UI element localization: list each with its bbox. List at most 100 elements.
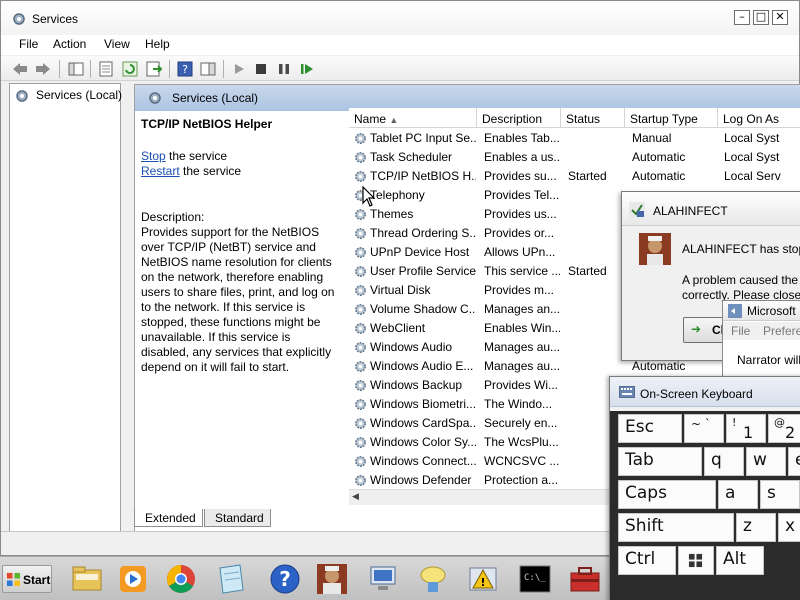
cell-name: Windows Audio: [370, 340, 453, 354]
console-tree-icon[interactable]: [67, 60, 85, 78]
key-alt[interactable]: Alt: [716, 546, 764, 575]
refresh-icon[interactable]: [121, 60, 139, 78]
service-gear-icon: [355, 304, 366, 315]
start-button[interactable]: Start: [2, 565, 52, 593]
cell-name: Windows Color Sy...: [370, 435, 476, 449]
error-dialog-title: ALAHINFECT: [653, 204, 728, 218]
cell-desc: Provides Wi...: [484, 378, 559, 392]
toolbox-icon[interactable]: [564, 560, 606, 598]
restart-service-link[interactable]: Restart: [141, 164, 180, 178]
chat-icon[interactable]: [412, 560, 454, 598]
forward-arrow-icon[interactable]: [34, 60, 52, 78]
properties-icon[interactable]: [97, 60, 115, 78]
stop-service-icon[interactable]: [252, 60, 270, 78]
key-1[interactable]: ! 1: [726, 414, 766, 443]
tab-standard[interactable]: Standard: [204, 509, 271, 527]
cell-desc: Protection a...: [484, 473, 559, 487]
export-list-icon[interactable]: [145, 60, 163, 78]
column-header-description[interactable]: Description: [477, 108, 561, 128]
window-title: Services: [32, 12, 79, 26]
error-message: ALAHINFECT has stopp: [682, 242, 800, 256]
restart-service-icon[interactable]: [298, 60, 316, 78]
help-book-icon[interactable]: ?: [176, 60, 194, 78]
cell-desc: Securely en...: [484, 416, 558, 430]
column-header-log-on-as[interactable]: Log On As: [718, 108, 800, 128]
service-gear-icon: [355, 285, 366, 296]
title-bar[interactable]: Services – □ ✕: [1, 1, 799, 35]
menu-view[interactable]: View: [104, 37, 130, 51]
narrator-icon: [728, 304, 742, 318]
key-esc[interactable]: Esc: [618, 414, 682, 443]
table-row[interactable]: Task Scheduler Enables a us... Automatic Lo…: [349, 148, 800, 167]
key-e[interactable]: e: [788, 447, 800, 476]
show-hide-pane-icon[interactable]: [199, 60, 217, 78]
column-header-startup-type[interactable]: Startup Type: [625, 108, 718, 128]
cmd-icon[interactable]: C:\_: [514, 560, 556, 598]
key-caps[interactable]: Caps: [618, 480, 716, 509]
tab-extended[interactable]: Extended: [134, 509, 203, 527]
key-ctrl[interactable]: Ctrl: [618, 546, 676, 575]
scroll-left-icon[interactable]: ◀: [352, 491, 359, 502]
cell-desc: The Windo...: [484, 397, 553, 411]
folder-icon[interactable]: [66, 560, 108, 598]
cell-desc: Manages an...: [484, 302, 560, 316]
maximize-button[interactable]: □: [753, 10, 769, 25]
alahinfect-icon: [629, 202, 645, 218]
view-tabs: Extended Standard: [134, 509, 334, 527]
help-icon[interactable]: ?: [264, 560, 306, 598]
notepad-icon[interactable]: [210, 560, 252, 598]
cell-desc: Manages au...: [484, 359, 560, 373]
stop-service-link[interactable]: Stop: [141, 149, 166, 163]
start-service-icon[interactable]: [230, 60, 248, 78]
cell-name: TCP/IP NetBIOS H...: [370, 169, 476, 183]
cell-status: Started: [568, 169, 607, 183]
service-gear-icon: [355, 247, 366, 258]
key-x[interactable]: x: [778, 513, 800, 542]
menu-file[interactable]: File: [19, 37, 38, 51]
cell-status: Started: [568, 264, 607, 278]
pause-service-icon[interactable]: [275, 60, 293, 78]
narrator-menu-preferences[interactable]: Prefere: [763, 324, 800, 338]
key-shift[interactable]: Shift: [618, 513, 734, 542]
restart-suffix: the service: [183, 164, 242, 178]
alahinfect-icon[interactable]: [311, 560, 353, 598]
warning-icon[interactable]: !: [462, 560, 504, 598]
selected-service-name: TCP/IP NetBIOS Helper: [141, 117, 273, 131]
key-windows[interactable]: [678, 546, 714, 575]
key-q[interactable]: q: [704, 447, 744, 476]
chrome-icon[interactable]: [160, 560, 202, 598]
menu-action[interactable]: Action: [53, 37, 86, 51]
key-tilde[interactable]: ~ `: [684, 414, 724, 443]
key-s[interactable]: s: [760, 480, 800, 509]
cell-startup: Automatic: [632, 359, 686, 373]
on-screen-keyboard: On-Screen Keyboard Esc ~ ` ! 1 @2 Tab q w…: [609, 376, 800, 600]
column-header-name[interactable]: Name ▲: [349, 108, 477, 128]
key-tab[interactable]: Tab: [618, 447, 702, 476]
cell-name: Windows Audio E...: [370, 359, 474, 373]
cell-desc: Enables Tab...: [484, 131, 560, 145]
column-header-status[interactable]: Status: [561, 108, 625, 128]
svg-text:?: ?: [182, 63, 188, 76]
narrator-title-bar[interactable]: Microsoft: [723, 301, 800, 321]
table-row[interactable]: Tablet PC Input Se... Enables Tab... Manua…: [349, 129, 800, 148]
key-a[interactable]: a: [718, 480, 758, 509]
osk-title-bar[interactable]: On-Screen Keyboard: [610, 377, 800, 407]
minimize-button[interactable]: –: [734, 10, 750, 25]
table-row[interactable]: TCP/IP NetBIOS H... Provides su... Started…: [349, 167, 800, 186]
service-gear-icon: [355, 380, 366, 391]
menu-bar: File Action View Help: [1, 35, 799, 55]
key-2[interactable]: @2: [768, 414, 800, 443]
network-icon[interactable]: [362, 560, 404, 598]
back-arrow-icon[interactable]: [11, 60, 29, 78]
menu-help[interactable]: Help: [145, 37, 170, 51]
narrator-menu-file[interactable]: File: [731, 324, 750, 338]
key-w[interactable]: w: [746, 447, 786, 476]
cell-desc: Provides Tel...: [484, 188, 560, 202]
column-label: Name: [354, 112, 387, 126]
cell-desc: This service ...: [484, 264, 560, 278]
media-player-icon[interactable]: [112, 560, 154, 598]
close-button[interactable]: ✕: [772, 10, 788, 25]
key-z[interactable]: z: [736, 513, 776, 542]
error-dialog-title-bar[interactable]: ALAHINFECT: [622, 192, 800, 226]
service-gear-icon: [355, 437, 366, 448]
